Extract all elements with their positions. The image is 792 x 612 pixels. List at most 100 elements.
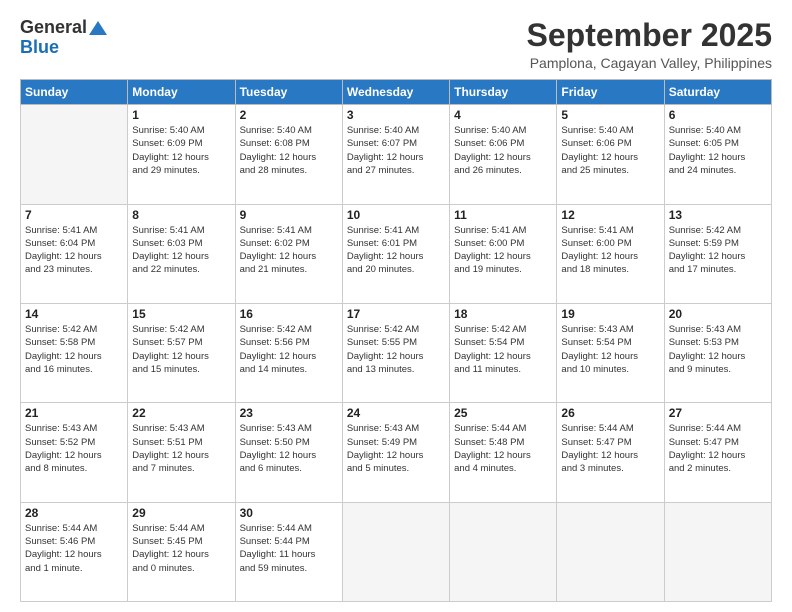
calendar-cell: 2 Sunrise: 5:40 AMSunset: 6:08 PMDaylight… <box>235 105 342 204</box>
weekday-header-row: SundayMondayTuesdayWednesdayThursdayFrid… <box>21 80 772 105</box>
day-number: 28 <box>25 506 123 520</box>
week-row-2: 7 Sunrise: 5:41 AMSunset: 6:04 PMDaylight… <box>21 204 772 303</box>
day-info: Sunrise: 5:40 AMSunset: 6:07 PMDaylight:… <box>347 124 445 177</box>
calendar-cell: 23Sunrise: 5:43 AMSunset: 5:50 PMDayligh… <box>235 403 342 502</box>
weekday-wednesday: Wednesday <box>342 80 449 105</box>
week-row-1: 1 Sunrise: 5:40 AMSunset: 6:09 PMDaylight… <box>21 105 772 204</box>
calendar-cell: 8Sunrise: 5:41 AMSunset: 6:03 PMDaylight… <box>128 204 235 303</box>
calendar-cell <box>450 502 557 601</box>
day-info: Sunrise: 5:40 AMSunset: 6:09 PMDaylight:… <box>132 124 230 177</box>
calendar-cell: 22Sunrise: 5:43 AMSunset: 5:51 PMDayligh… <box>128 403 235 502</box>
calendar-cell <box>557 502 664 601</box>
calendar-cell: 1 Sunrise: 5:40 AMSunset: 6:09 PMDaylight… <box>128 105 235 204</box>
logo-blue: Blue <box>20 38 59 58</box>
calendar-cell: 15Sunrise: 5:42 AMSunset: 5:57 PMDayligh… <box>128 303 235 402</box>
day-info: Sunrise: 5:40 AMSunset: 6:06 PMDaylight:… <box>561 124 659 177</box>
day-number: 11 <box>454 208 552 222</box>
day-info: Sunrise: 5:42 AMSunset: 5:55 PMDaylight:… <box>347 323 445 376</box>
calendar-cell: 7 Sunrise: 5:41 AMSunset: 6:04 PMDaylight… <box>21 204 128 303</box>
day-info: Sunrise: 5:40 AMSunset: 6:08 PMDaylight:… <box>240 124 338 177</box>
day-info: Sunrise: 5:42 AMSunset: 5:58 PMDaylight:… <box>25 323 123 376</box>
weekday-friday: Friday <box>557 80 664 105</box>
day-info: Sunrise: 5:43 AMSunset: 5:49 PMDaylight:… <box>347 422 445 475</box>
day-info: Sunrise: 5:42 AMSunset: 5:57 PMDaylight:… <box>132 323 230 376</box>
calendar-cell: 5 Sunrise: 5:40 AMSunset: 6:06 PMDaylight… <box>557 105 664 204</box>
weekday-thursday: Thursday <box>450 80 557 105</box>
day-number: 25 <box>454 406 552 420</box>
day-number: 14 <box>25 307 123 321</box>
logo-icon <box>89 21 107 35</box>
calendar-cell: 20 Sunrise: 5:43 AMSunset: 5:53 PMDayligh… <box>664 303 771 402</box>
day-info: Sunrise: 5:42 AMSunset: 5:56 PMDaylight:… <box>240 323 338 376</box>
day-info: Sunrise: 5:41 AMSunset: 6:02 PMDaylight:… <box>240 224 338 277</box>
day-number: 8 <box>132 208 230 222</box>
week-row-5: 28 Sunrise: 5:44 AMSunset: 5:46 PMDayligh… <box>21 502 772 601</box>
week-row-4: 21 Sunrise: 5:43 AMSunset: 5:52 PMDayligh… <box>21 403 772 502</box>
calendar-cell: 11Sunrise: 5:41 AMSunset: 6:00 PMDayligh… <box>450 204 557 303</box>
day-info: Sunrise: 5:40 AMSunset: 6:05 PMDaylight:… <box>669 124 767 177</box>
calendar-cell: 10 Sunrise: 5:41 AMSunset: 6:01 PMDayligh… <box>342 204 449 303</box>
weekday-tuesday: Tuesday <box>235 80 342 105</box>
header: General Blue September 2025 Pamplona, Ca… <box>20 18 772 71</box>
logo-general: General <box>20 18 107 38</box>
calendar-cell: 28 Sunrise: 5:44 AMSunset: 5:46 PMDayligh… <box>21 502 128 601</box>
day-number: 19 <box>561 307 659 321</box>
week-row-3: 14 Sunrise: 5:42 AMSunset: 5:58 PMDayligh… <box>21 303 772 402</box>
day-number: 18 <box>454 307 552 321</box>
day-number: 5 <box>561 108 659 122</box>
calendar-cell <box>342 502 449 601</box>
day-info: Sunrise: 5:41 AMSunset: 6:01 PMDaylight:… <box>347 224 445 277</box>
day-number: 20 <box>669 307 767 321</box>
day-number: 30 <box>240 506 338 520</box>
calendar-cell: 21 Sunrise: 5:43 AMSunset: 5:52 PMDayligh… <box>21 403 128 502</box>
calendar-cell: 16 Sunrise: 5:42 AMSunset: 5:56 PMDayligh… <box>235 303 342 402</box>
calendar-cell: 24Sunrise: 5:43 AMSunset: 5:49 PMDayligh… <box>342 403 449 502</box>
day-info: Sunrise: 5:44 AMSunset: 5:45 PMDaylight:… <box>132 522 230 575</box>
day-info: Sunrise: 5:43 AMSunset: 5:53 PMDaylight:… <box>669 323 767 376</box>
day-info: Sunrise: 5:44 AMSunset: 5:48 PMDaylight:… <box>454 422 552 475</box>
calendar-cell: 9 Sunrise: 5:41 AMSunset: 6:02 PMDaylight… <box>235 204 342 303</box>
day-number: 7 <box>25 208 123 222</box>
day-number: 27 <box>669 406 767 420</box>
day-info: Sunrise: 5:44 AMSunset: 5:44 PMDaylight:… <box>240 522 338 575</box>
calendar-cell: 17 Sunrise: 5:42 AMSunset: 5:55 PMDayligh… <box>342 303 449 402</box>
logo: General Blue <box>20 18 107 58</box>
calendar-cell: 19Sunrise: 5:43 AMSunset: 5:54 PMDayligh… <box>557 303 664 402</box>
day-info: Sunrise: 5:43 AMSunset: 5:50 PMDaylight:… <box>240 422 338 475</box>
day-info: Sunrise: 5:44 AMSunset: 5:46 PMDaylight:… <box>25 522 123 575</box>
day-number: 26 <box>561 406 659 420</box>
calendar-cell: 14 Sunrise: 5:42 AMSunset: 5:58 PMDayligh… <box>21 303 128 402</box>
calendar: SundayMondayTuesdayWednesdayThursdayFrid… <box>20 79 772 602</box>
day-number: 2 <box>240 108 338 122</box>
day-info: Sunrise: 5:40 AMSunset: 6:06 PMDaylight:… <box>454 124 552 177</box>
day-info: Sunrise: 5:44 AMSunset: 5:47 PMDaylight:… <box>561 422 659 475</box>
day-number: 6 <box>669 108 767 122</box>
day-number: 22 <box>132 406 230 420</box>
day-info: Sunrise: 5:42 AMSunset: 5:59 PMDaylight:… <box>669 224 767 277</box>
calendar-cell <box>664 502 771 601</box>
calendar-cell: 29 Sunrise: 5:44 AMSunset: 5:45 PMDayligh… <box>128 502 235 601</box>
weekday-sunday: Sunday <box>21 80 128 105</box>
calendar-cell: 26 Sunrise: 5:44 AMSunset: 5:47 PMDayligh… <box>557 403 664 502</box>
day-number: 9 <box>240 208 338 222</box>
calendar-cell: 25 Sunrise: 5:44 AMSunset: 5:48 PMDayligh… <box>450 403 557 502</box>
day-number: 17 <box>347 307 445 321</box>
day-number: 4 <box>454 108 552 122</box>
day-info: Sunrise: 5:41 AMSunset: 6:04 PMDaylight:… <box>25 224 123 277</box>
calendar-cell: 6 Sunrise: 5:40 AMSunset: 6:05 PMDaylight… <box>664 105 771 204</box>
day-info: Sunrise: 5:41 AMSunset: 6:00 PMDaylight:… <box>561 224 659 277</box>
day-number: 29 <box>132 506 230 520</box>
day-number: 16 <box>240 307 338 321</box>
day-number: 1 <box>132 108 230 122</box>
location: Pamplona, Cagayan Valley, Philippines <box>527 55 772 71</box>
day-info: Sunrise: 5:44 AMSunset: 5:47 PMDaylight:… <box>669 422 767 475</box>
day-number: 3 <box>347 108 445 122</box>
weekday-saturday: Saturday <box>664 80 771 105</box>
day-number: 12 <box>561 208 659 222</box>
day-info: Sunrise: 5:42 AMSunset: 5:54 PMDaylight:… <box>454 323 552 376</box>
day-number: 10 <box>347 208 445 222</box>
day-number: 13 <box>669 208 767 222</box>
day-info: Sunrise: 5:43 AMSunset: 5:52 PMDaylight:… <box>25 422 123 475</box>
day-number: 21 <box>25 406 123 420</box>
calendar-cell: 27 Sunrise: 5:44 AMSunset: 5:47 PMDayligh… <box>664 403 771 502</box>
